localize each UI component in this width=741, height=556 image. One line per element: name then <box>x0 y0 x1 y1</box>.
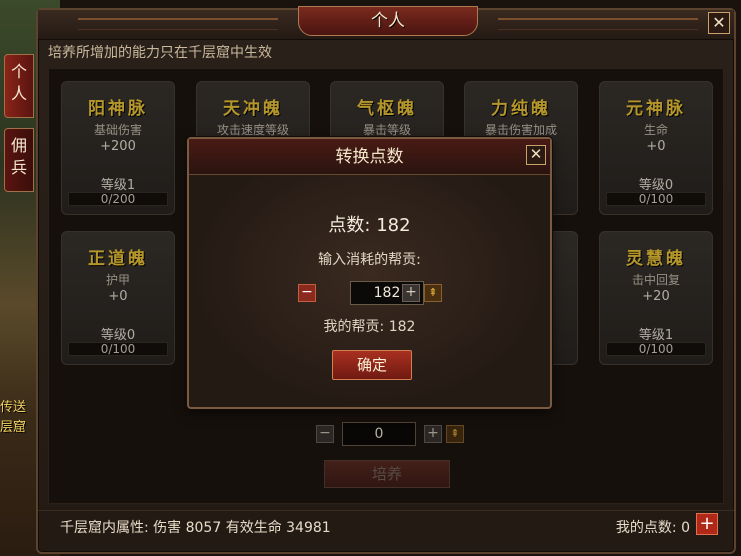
confirm-button[interactable]: 确定 <box>332 350 412 380</box>
window-title: 个人 <box>298 6 478 36</box>
convert-points-dialog: 转换点数 ✕ 点数: 182 输入消耗的帮贡: − 182 + ⇞ 我的帮贡: … <box>187 137 552 409</box>
window-close-button[interactable]: ✕ <box>708 12 730 34</box>
window-title-bar: 个人 ✕ <box>38 6 734 40</box>
tab-mercenary[interactable]: 佣兵 <box>4 128 34 192</box>
my-contribution: 我的帮贡: 182 <box>323 319 416 335</box>
my-points: 我的点数: 0 <box>615 520 690 536</box>
contribution-max-button[interactable]: ⇞ <box>424 284 442 302</box>
background-text-line2: 层窟 <box>0 420 27 435</box>
window-footer: 千层窟内属性: 伤害 8057 有效生命 34981 我的点数: 0 + <box>38 510 734 542</box>
dialog-prompt: 输入消耗的帮贡: <box>318 252 421 268</box>
contribution-minus-button[interactable]: − <box>298 284 316 302</box>
tab-mercenary-label: 佣兵 <box>11 136 28 177</box>
tab-personal-label: 个人 <box>11 62 28 103</box>
add-points-button[interactable]: + <box>696 513 718 535</box>
background-portal-text: 传送 层窟 <box>0 398 40 438</box>
dialog-close-button[interactable]: ✕ <box>526 145 546 165</box>
tab-personal[interactable]: 个人 <box>4 54 34 118</box>
title-ornament-left <box>78 18 278 30</box>
title-ornament-right <box>498 18 698 30</box>
contribution-plus-button[interactable]: + <box>402 284 420 302</box>
background-text-line1: 传送 <box>0 400 27 415</box>
dialog-title: 转换点数 <box>189 139 550 175</box>
contribution-stepper: − 182 + ⇞ <box>298 281 448 305</box>
effect-hint: 培养所增加的能力只在千层窟中生效 <box>48 45 272 61</box>
dialog-points: 点数: 182 <box>328 215 411 236</box>
cave-attributes: 千层窟内属性: 伤害 8057 有效生命 34981 <box>60 520 331 536</box>
